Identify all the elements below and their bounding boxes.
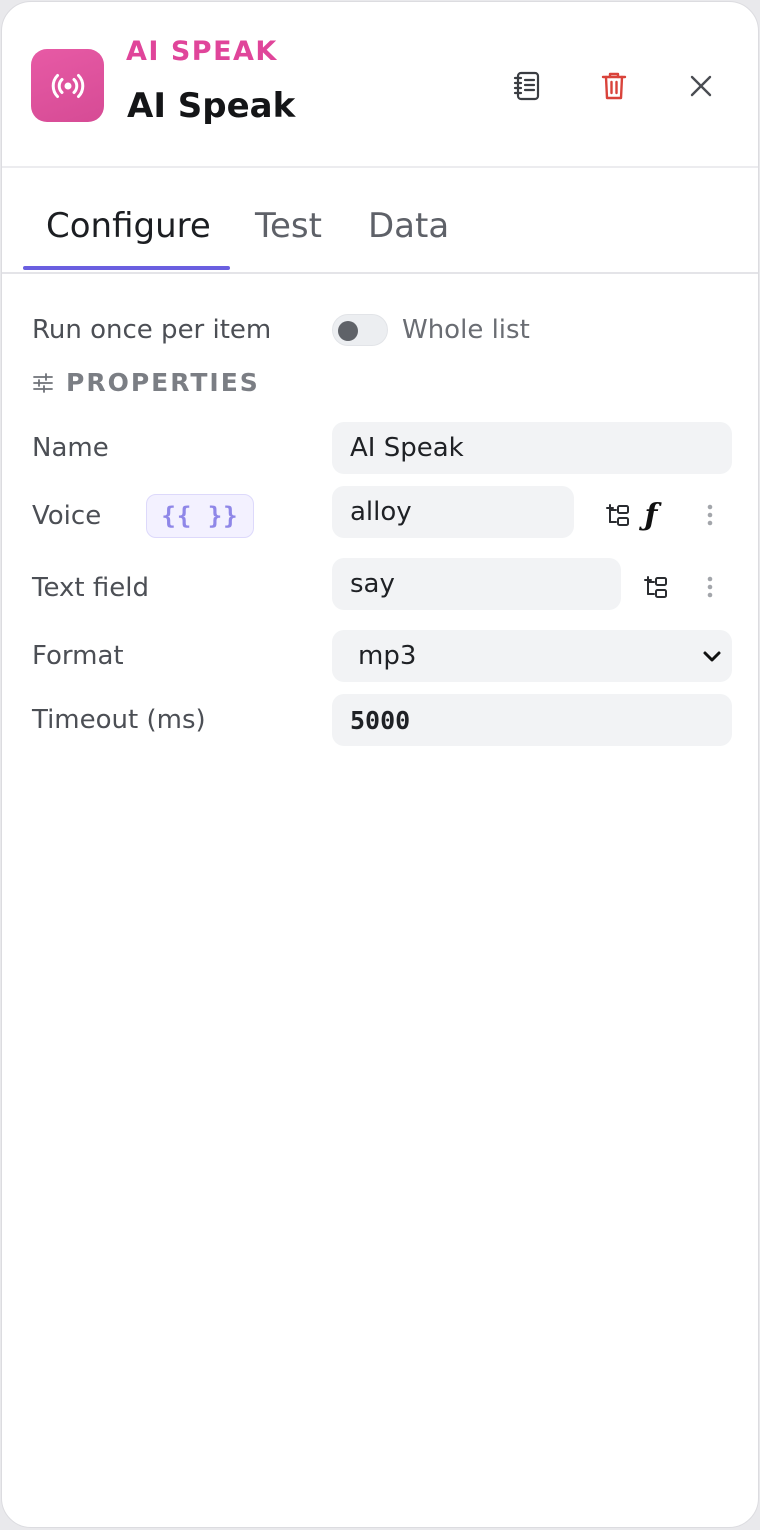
text-field-value: say: [350, 569, 395, 599]
format-select[interactable]: mp3: [332, 630, 732, 682]
node-title: AI Speak: [127, 86, 296, 126]
notes-icon: [513, 71, 540, 101]
template-toggle-button[interactable]: {{ }}: [146, 494, 254, 538]
text-field-more-button[interactable]: [692, 569, 728, 605]
format-value: mp3: [358, 641, 417, 671]
notes-button[interactable]: [505, 64, 549, 108]
chevron-down-icon: [703, 651, 721, 662]
text-field-picker-button[interactable]: [639, 569, 675, 605]
active-tab-indicator: [23, 266, 230, 270]
voice-field-picker-button[interactable]: [601, 497, 637, 533]
close-button[interactable]: [679, 64, 723, 108]
name-label: Name: [32, 433, 109, 463]
delete-button[interactable]: [592, 64, 636, 108]
tab-data[interactable]: Data: [368, 206, 449, 246]
voice-more-button[interactable]: [692, 497, 728, 533]
name-value: AI Speak: [350, 433, 464, 463]
tab-test[interactable]: Test: [255, 206, 322, 246]
voice-value: alloy: [350, 497, 412, 527]
format-label: Format: [32, 641, 124, 671]
trash-icon: [601, 72, 627, 100]
toggle-knob: [338, 321, 358, 341]
broadcast-icon: [31, 49, 104, 122]
properties-heading: PROPERTIES: [66, 368, 260, 397]
node-type-label: AI SPEAK: [126, 36, 278, 67]
run-once-label: Run once per item: [32, 315, 272, 345]
timeout-input[interactable]: 5000: [332, 694, 732, 746]
more-vertical-icon: [707, 576, 713, 598]
whole-list-label: Whole list: [402, 315, 530, 345]
close-icon: [690, 75, 712, 97]
voice-function-button[interactable]: ƒ: [633, 497, 669, 533]
whole-list-toggle[interactable]: [332, 314, 388, 346]
name-input[interactable]: AI Speak: [332, 422, 732, 474]
timeout-label: Timeout (ms): [32, 705, 206, 735]
voice-input[interactable]: alloy: [332, 486, 574, 538]
panel-header: AI SPEAK AI Speak: [2, 2, 758, 168]
config-panel: AI SPEAK AI Speak Configure Test Data Ru…: [1, 1, 759, 1528]
tab-bar: Configure Test Data: [2, 168, 758, 274]
text-field-label: Text field: [32, 573, 149, 603]
tab-configure[interactable]: Configure: [46, 206, 211, 246]
more-vertical-icon: [707, 504, 713, 526]
tree-structure-icon: [606, 504, 629, 526]
tree-structure-icon: [644, 576, 667, 598]
voice-label: Voice: [32, 501, 102, 531]
text-field-input[interactable]: say: [332, 558, 621, 610]
sliders-icon: [33, 373, 53, 393]
timeout-value: 5000: [350, 705, 411, 735]
